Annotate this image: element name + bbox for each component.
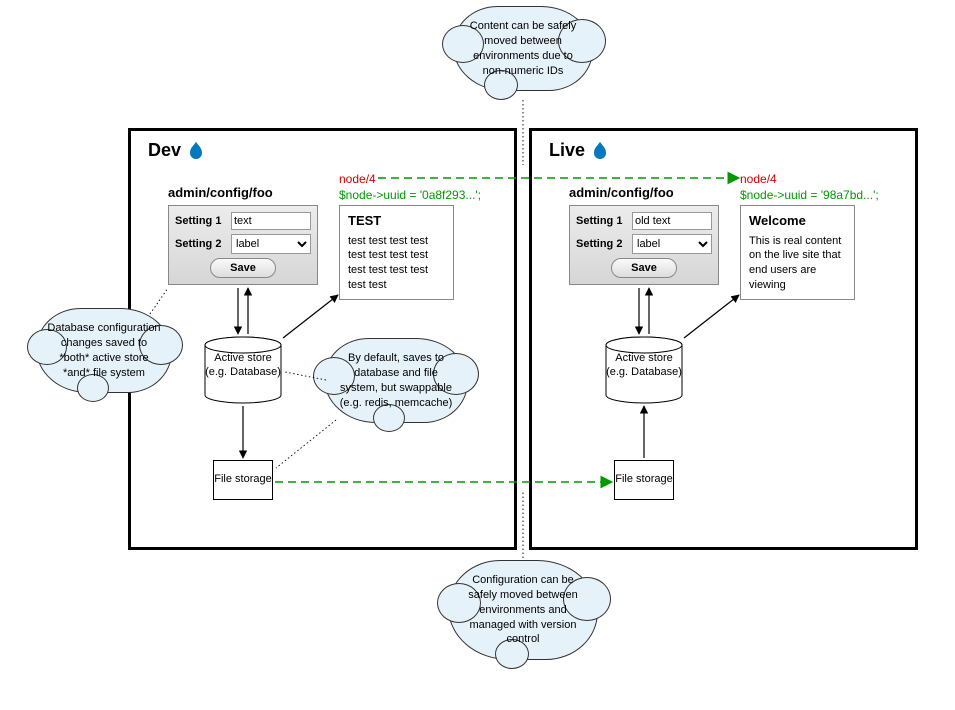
dev-setting2-select[interactable]: label — [231, 234, 311, 254]
cloud-middle: By default, saves to database and file s… — [324, 338, 468, 423]
dev-active-store: Active store (e.g. Database) — [203, 336, 283, 404]
live-title: Live — [549, 140, 609, 161]
live-content-title: Welcome — [749, 212, 846, 230]
live-save-button[interactable]: Save — [611, 258, 677, 278]
dev-content-body: test test test test test test test test … — [348, 234, 445, 293]
dev-node-path: node/4 — [339, 172, 376, 186]
dev-setting2-label: Setting 2 — [175, 238, 227, 250]
dev-config-path: admin/config/foo — [168, 185, 273, 200]
cloud-bottom: Configuration can be safely moved betwee… — [448, 560, 598, 660]
dev-setting1-input[interactable] — [231, 212, 311, 230]
drupal-icon — [591, 141, 609, 161]
dev-active-store-label: Active store (e.g. Database) — [203, 336, 283, 380]
live-setting2-select[interactable]: label — [632, 234, 712, 254]
cloud-bottom-text: Configuration can be safely moved betwee… — [459, 573, 587, 647]
cloud-top-text: Content can be safely moved between envi… — [464, 19, 582, 78]
live-config-path: admin/config/foo — [569, 185, 674, 200]
cloud-left: Database configuration changes saved to … — [36, 308, 172, 393]
dev-content-box: TEST test test test test test test test … — [339, 205, 454, 300]
live-content-box: Welcome This is real content on the live… — [740, 205, 855, 300]
dev-file-storage: File storage — [213, 460, 273, 500]
dev-save-button[interactable]: Save — [210, 258, 276, 278]
cloud-left-text: Database configuration changes saved to … — [47, 321, 161, 380]
live-active-store-label: Active store (e.g. Database) — [604, 336, 684, 380]
live-config-form: Setting 1 Setting 2 label Save — [569, 205, 719, 285]
cloud-middle-text: By default, saves to database and file s… — [335, 351, 457, 410]
live-active-store: Active store (e.g. Database) — [604, 336, 684, 404]
dev-title-text: Dev — [148, 140, 181, 161]
live-setting1-input[interactable] — [632, 212, 712, 230]
live-setting2-label: Setting 2 — [576, 238, 628, 250]
dev-title: Dev — [148, 140, 205, 161]
cloud-top: Content can be safely moved between envi… — [453, 6, 593, 91]
dev-setting1-label: Setting 1 — [175, 215, 227, 227]
live-uuid: $node->uuid = '98a7bd...'; — [740, 188, 879, 202]
dev-uuid: $node->uuid = '0a8f293...'; — [339, 188, 481, 202]
live-title-text: Live — [549, 140, 585, 161]
live-content-body: This is real content on the live site th… — [749, 234, 846, 293]
live-setting1-label: Setting 1 — [576, 215, 628, 227]
live-file-storage: File storage — [614, 460, 674, 500]
drupal-icon — [187, 141, 205, 161]
live-node-path: node/4 — [740, 172, 777, 186]
dev-content-title: TEST — [348, 212, 445, 230]
dev-config-form: Setting 1 Setting 2 label Save — [168, 205, 318, 285]
